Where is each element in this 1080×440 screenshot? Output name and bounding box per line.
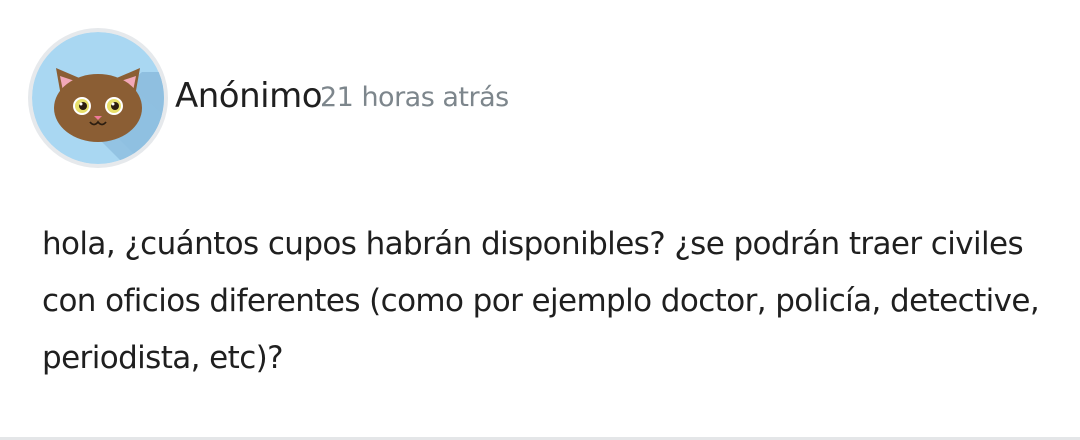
cat-face-icon — [32, 32, 164, 164]
author-name[interactable]: Anónimo — [175, 74, 323, 118]
comment-body: hola, ¿cuántos cupos habrán disponibles?… — [42, 226, 1040, 376]
avatar[interactable] — [28, 28, 168, 168]
comment-card: Anónimo 21 horas atrás hola, ¿cuántos cu… — [0, 0, 1080, 440]
timestamp: 21 horas atrás — [320, 82, 509, 113]
